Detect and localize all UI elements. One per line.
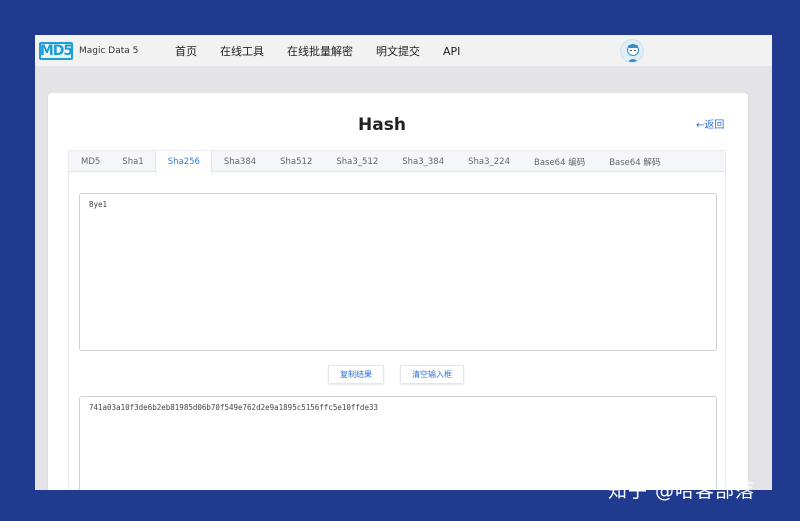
logo-mark: MD5 xyxy=(39,42,73,60)
hash-input-textarea[interactable]: Bye1 xyxy=(79,193,717,351)
tab-sha256[interactable]: Sha256 xyxy=(154,151,212,173)
tab-base64-encode[interactable]: Base64 编码 xyxy=(522,151,597,172)
tab-sha3-384[interactable]: Sha3_384 xyxy=(390,151,456,172)
copy-result-button[interactable]: 复制结果 xyxy=(328,365,384,384)
tab-base64-decode[interactable]: Base64 解码 xyxy=(597,151,672,172)
site-logo[interactable]: MD5 Magic Data 5 xyxy=(39,41,138,61)
tab-sha512[interactable]: Sha512 xyxy=(268,151,324,172)
nav-menu: 首页 在线工具 在线批量解密 明文提交 API xyxy=(175,35,483,67)
logo-text: Magic Data 5 xyxy=(79,46,139,56)
back-link[interactable]: ←返回 xyxy=(696,116,724,131)
top-navbar: MD5 Magic Data 5 首页 在线工具 在线批量解密 明文提交 API xyxy=(35,35,772,67)
zhihu-watermark: 知乎 @哈客部落 xyxy=(608,480,756,502)
nav-item-api[interactable]: API xyxy=(443,45,460,58)
nav-item-plaintext-submit[interactable]: 明文提交 xyxy=(376,43,420,59)
tab-sha1[interactable]: Sha1 xyxy=(112,151,154,172)
page-title: Hash xyxy=(358,115,406,135)
hash-tool-card: Hash ←返回 MD5 Sha1 Sha256 Sha384 Sha512 S… xyxy=(48,93,748,490)
nav-item-home[interactable]: 首页 xyxy=(175,43,197,59)
tab-sha3-224[interactable]: Sha3_224 xyxy=(456,151,522,172)
avatar-icon xyxy=(627,44,639,62)
user-avatar[interactable] xyxy=(620,39,644,63)
tab-sha3-512[interactable]: Sha3_512 xyxy=(324,151,390,172)
tab-sha384[interactable]: Sha384 xyxy=(212,151,268,172)
tab-panel: Bye1 复制结果 清空输入框 741a03a10f3de6b2eb81985d… xyxy=(68,172,726,490)
browser-screen: MD5 Magic Data 5 首页 在线工具 在线批量解密 明文提交 API… xyxy=(35,35,772,490)
clear-input-button[interactable]: 清空输入框 xyxy=(400,365,464,384)
tab-md5[interactable]: MD5 xyxy=(69,151,112,172)
hash-type-tabs: MD5 Sha1 Sha256 Sha384 Sha512 Sha3_512 S… xyxy=(68,150,726,173)
nav-item-online-tools[interactable]: 在线工具 xyxy=(220,43,264,59)
nav-item-batch-decrypt[interactable]: 在线批量解密 xyxy=(287,43,353,59)
